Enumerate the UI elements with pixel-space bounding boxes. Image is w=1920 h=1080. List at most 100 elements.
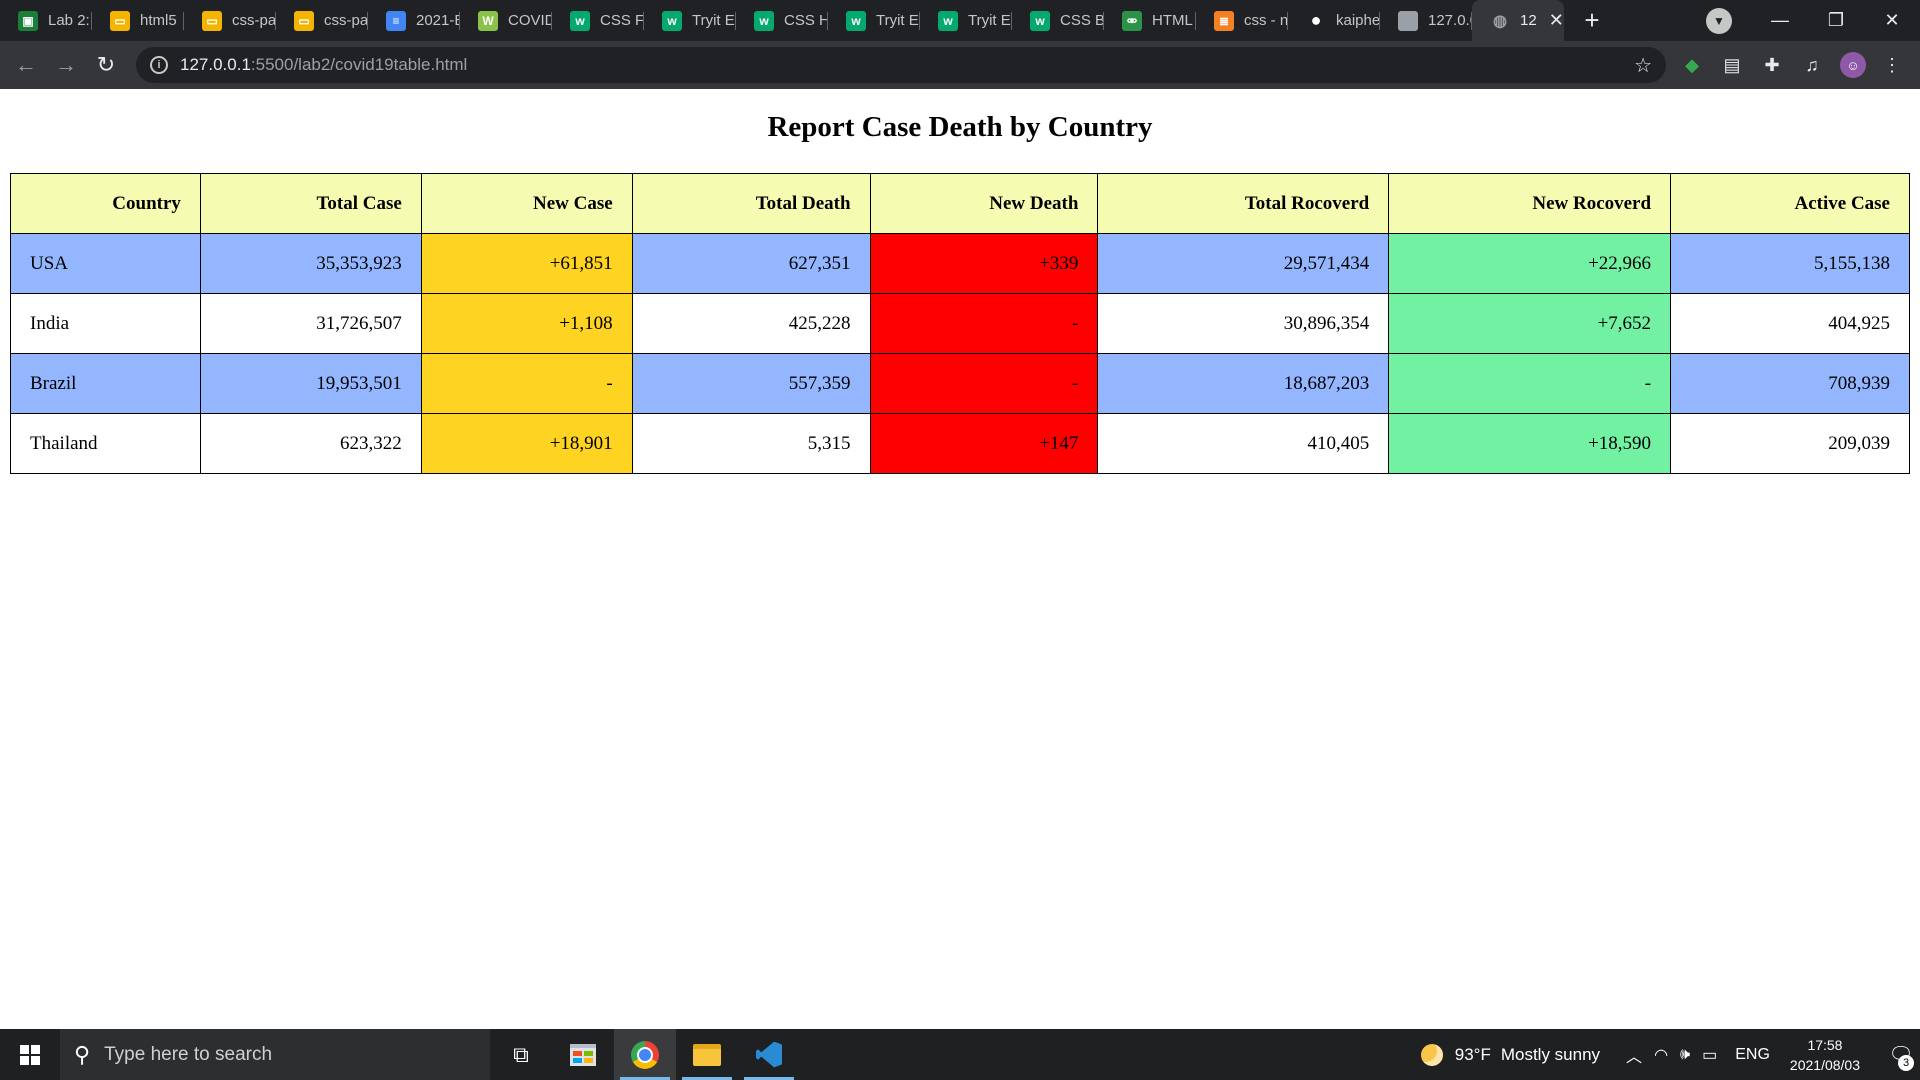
- network-icon[interactable]: ◠: [1654, 1045, 1668, 1065]
- cell-active-case: 209,039: [1670, 413, 1910, 474]
- cell-total-case: 35,353,923: [199, 233, 422, 294]
- document-extension-icon[interactable]: ▤: [1716, 49, 1748, 81]
- minimize-button[interactable]: —: [1752, 0, 1808, 41]
- cell-total-case: 19,953,501: [199, 353, 422, 414]
- browser-tab[interactable]: W COVID: [460, 0, 552, 41]
- browser-tab[interactable]: ▣ Lab 2:: [0, 0, 92, 41]
- tab-title: CSS He: [784, 12, 828, 29]
- close-tab-icon[interactable]: ✕: [1549, 10, 1564, 31]
- forward-button[interactable]: →: [46, 45, 86, 85]
- browser-tab[interactable]: w CSS Fo: [552, 0, 644, 41]
- browser-tab[interactable]: ◍ 127.0.0: [1380, 0, 1472, 41]
- cell-total-recovered: 30,896,354: [1097, 293, 1390, 354]
- globe-icon: ◍: [1493, 12, 1507, 30]
- tab-search-button[interactable]: ▼: [1706, 8, 1732, 34]
- notification-center-button[interactable]: 🗨 3: [1882, 1029, 1920, 1080]
- browser-tab[interactable]: w Tryit Ec: [920, 0, 1012, 41]
- reload-button[interactable]: ↻: [86, 45, 126, 85]
- browser-tab[interactable]: ▭ css-pa: [184, 0, 276, 41]
- tab-title: CSS Bo: [1060, 12, 1104, 29]
- cell-new-recovered: +18,590: [1388, 413, 1672, 474]
- tab-favicon-icon: w: [846, 10, 866, 31]
- browser-tab[interactable]: w CSS He: [736, 0, 828, 41]
- back-button[interactable]: ←: [6, 45, 46, 85]
- page-title: Report Case Death by Country: [767, 111, 1153, 143]
- tab-title: css-pa: [232, 12, 276, 29]
- taskbar-search[interactable]: ⚲ Type here to search: [60, 1029, 490, 1080]
- media-control-icon[interactable]: ♫: [1796, 49, 1828, 81]
- cell-new-case: +1,108: [420, 293, 633, 354]
- weather-widget[interactable]: 93°F Mostly sunny: [1420, 1043, 1600, 1066]
- volume-icon[interactable]: 🕪: [1680, 1046, 1690, 1064]
- clock[interactable]: 17:58 2021/08/03: [1790, 1035, 1860, 1075]
- cell-country: India: [10, 293, 201, 354]
- url-path: :5500/lab2/covid19table.html: [250, 55, 468, 74]
- browser-tab[interactable]: ≡ 2021-E: [368, 0, 460, 41]
- header-active-case: Active Case: [1670, 173, 1910, 234]
- cell-country: USA: [10, 233, 201, 294]
- start-button[interactable]: [0, 1029, 60, 1080]
- weather-temp: 93°F: [1454, 1044, 1491, 1064]
- header-new-case: New Case: [420, 173, 633, 234]
- browser-tab[interactable]: ▭ css-pa: [276, 0, 368, 41]
- vscode-app-button[interactable]: [738, 1029, 800, 1080]
- cell-total-death: 557,359: [631, 353, 871, 414]
- chevron-up-icon[interactable]: ︿: [1626, 1043, 1642, 1067]
- cell-total-death: 425,228: [631, 293, 871, 354]
- language-indicator[interactable]: ENG: [1735, 1046, 1770, 1064]
- tab-title: css - n: [1244, 12, 1288, 29]
- taskbar: ⚲ Type here to search ⧉ 93°F Mostly sunn…: [0, 1029, 1920, 1080]
- page-content: Report Case Death by Country Country Tot…: [0, 89, 1920, 1029]
- weather-sun-icon: [1420, 1043, 1443, 1066]
- close-window-button[interactable]: ✕: [1864, 0, 1920, 41]
- cell-new-death: +339: [869, 233, 1099, 294]
- cell-new-case: +18,901: [420, 413, 633, 474]
- browser-tab[interactable]: ≣ css - n: [1196, 0, 1288, 41]
- tab-active[interactable]: ◍ 12 ✕: [1472, 0, 1564, 41]
- url-text[interactable]: 127.0.0.1:5500/lab2/covid19table.html: [180, 55, 467, 75]
- puzzle-extensions-icon[interactable]: ✚: [1756, 49, 1788, 81]
- window-controls: — ❐ ✕: [1752, 0, 1920, 41]
- browser-tab[interactable]: w CSS Bo: [1012, 0, 1104, 41]
- cell-total-recovered: 410,405: [1097, 413, 1390, 474]
- task-view-button[interactable]: ⧉: [490, 1029, 552, 1080]
- new-tab-button[interactable]: +: [1568, 0, 1616, 41]
- tab-title: 12: [1520, 12, 1537, 29]
- header-new-death: New Death: [869, 173, 1099, 234]
- tab-favicon-icon: ●: [1310, 10, 1322, 30]
- browser-tab[interactable]: ● kaiphe: [1288, 0, 1380, 41]
- tab-favicon-icon: ◍: [1398, 10, 1418, 31]
- chrome-icon: [631, 1040, 659, 1069]
- browser-tab[interactable]: ▭ html5: [92, 0, 184, 41]
- battery-icon[interactable]: ▭: [1702, 1045, 1717, 1065]
- table-row: India 31,726,507 +1,108 425,228 - 30,896…: [10, 293, 1910, 354]
- chrome-app-button[interactable]: [614, 1029, 676, 1080]
- cell-total-recovered: 18,687,203: [1097, 353, 1390, 414]
- store-app-button[interactable]: [552, 1029, 614, 1080]
- tab-list: ▣ Lab 2: ▭ html5 ▭ css-pa ▭ css-pa ≡ 2021-E W COVID…: [0, 0, 1472, 41]
- tab-strip: ▣ Lab 2: ▭ html5 ▭ css-pa ▭ css-pa ≡ 2021-E W COVID…: [0, 0, 1920, 41]
- file-explorer-button[interactable]: [676, 1029, 738, 1080]
- cell-total-case: 31,726,507: [199, 293, 422, 354]
- browser-toolbar: ← → ↻ i 127.0.0.1:5500/lab2/covid19table…: [0, 41, 1920, 89]
- header-new-recovered: New Rocoverd: [1388, 173, 1672, 234]
- url-host: 127.0.0.1: [180, 55, 251, 74]
- tab-title: Lab 2:: [48, 12, 90, 29]
- browser-tab[interactable]: w Tryit Ec: [644, 0, 736, 41]
- cell-active-case: 5,155,138: [1670, 233, 1910, 294]
- browser-tab[interactable]: ⚮ HTML: [1104, 0, 1196, 41]
- tab-favicon-icon: w: [662, 10, 682, 31]
- profile-avatar[interactable]: ☺: [1840, 52, 1866, 78]
- browser-tab[interactable]: w Tryit Ec: [828, 0, 920, 41]
- cell-total-recovered: 29,571,434: [1097, 233, 1390, 294]
- extension-icon[interactable]: ◆: [1676, 49, 1708, 81]
- restore-button[interactable]: ❐: [1808, 0, 1864, 41]
- menu-kebab-icon[interactable]: ⋮: [1876, 49, 1908, 81]
- cell-new-death: -: [869, 293, 1099, 354]
- cell-new-death: +147: [869, 413, 1099, 474]
- cell-total-case: 623,322: [199, 413, 422, 474]
- address-bar[interactable]: i 127.0.0.1:5500/lab2/covid19table.html …: [136, 47, 1666, 83]
- site-info-icon[interactable]: i: [150, 56, 168, 74]
- tab-title: 127.0.0: [1428, 12, 1472, 29]
- bookmark-star-icon[interactable]: ☆: [1634, 53, 1652, 78]
